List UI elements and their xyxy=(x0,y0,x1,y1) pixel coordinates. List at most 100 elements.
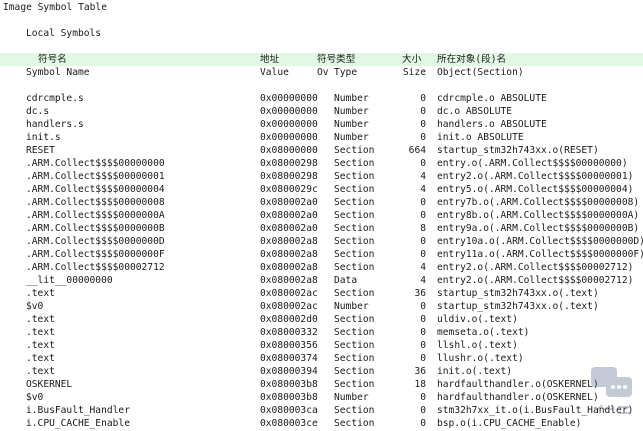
cell-type: Section xyxy=(334,340,375,351)
cell-value: 0x080003ce xyxy=(260,418,318,429)
table-row: .text 0x08000356 Section 0 llshl.o(.text) xyxy=(0,339,643,352)
chat-bubble-icon xyxy=(591,367,632,414)
header-en-name: Symbol Name xyxy=(26,67,90,78)
cell-type: Section xyxy=(334,418,375,429)
cell-size: 0 xyxy=(420,210,426,221)
cell-type: Number xyxy=(334,301,369,312)
table-row: .ARM.Collect$$$$0000000D 0x080002a8 Sectio… xyxy=(0,235,643,248)
table-row: $v0 0x080002ac Number 0 startup_stm32h743xx.… xyxy=(0,300,643,313)
cell-object: startup_stm32h743xx.o(.text) xyxy=(437,301,599,312)
cell-type: Section xyxy=(334,223,375,234)
cell-size: 0 xyxy=(420,197,426,208)
cell-value: 0x08000332 xyxy=(260,327,318,338)
cell-name: handlers.s xyxy=(26,119,84,130)
header-cn-type: 符号类型 xyxy=(317,54,356,65)
cell-name: .text xyxy=(26,340,55,351)
cell-name: .text xyxy=(26,353,55,364)
cell-size: 0 xyxy=(420,106,426,117)
header-row-cn: 符号名 地址 符号类型 大小 所在对象(段)名 xyxy=(0,53,643,66)
cell-value: 0x080002ac xyxy=(260,288,318,299)
cell-object: entry2.o(.ARM.Collect$$$$00002712) xyxy=(437,262,634,273)
cell-object: entry2.o(.ARM.Collect$$$$00000001) xyxy=(437,171,634,182)
cell-name: RESET xyxy=(26,145,55,156)
cell-object: hardfaulthandler.o(OSKERNEL) xyxy=(437,379,599,390)
cell-object: llshl.o(.text) xyxy=(437,340,518,351)
table-row: .ARM.Collect$$$$0000000F 0x080002a8 Sectio… xyxy=(0,248,643,261)
cell-size: 0 xyxy=(420,158,426,169)
cell-type: Section xyxy=(334,288,375,299)
cell-type: Section xyxy=(334,171,375,182)
cell-name: .ARM.Collect$$$$00000001 xyxy=(26,171,165,182)
table-row: init.s 0x00000000 Number 0 init.o ABSOLUTE xyxy=(0,131,643,144)
cell-size: 0 xyxy=(420,249,426,260)
cell-object: uldiv.o(.text) xyxy=(437,314,518,325)
cell-object: startup_stm32h743xx.o(.text) xyxy=(437,288,599,299)
cell-size: 664 xyxy=(408,145,426,156)
cell-name: .ARM.Collect$$$$00000000 xyxy=(26,158,165,169)
cell-type: Section xyxy=(334,353,375,364)
section-title: Local Symbols xyxy=(26,28,102,39)
table-row: .ARM.Collect$$$$0000000A 0x080002a0 Sectio… xyxy=(0,209,643,222)
cell-type: Number xyxy=(334,119,369,130)
cell-size: 0 xyxy=(420,392,426,403)
table-row: .ARM.Collect$$$$00000008 0x080002a0 Sectio… xyxy=(0,196,643,209)
cell-name: .text xyxy=(26,288,55,299)
cell-type: Data xyxy=(334,275,358,286)
cell-value: 0x08000394 xyxy=(260,366,318,377)
cell-size: 0 xyxy=(420,236,426,247)
cell-size: 0 xyxy=(420,340,426,351)
cell-size: 36 xyxy=(414,366,426,377)
cell-name: cdrcmple.s xyxy=(26,93,84,104)
table-row: i.BusFault_Handler 0x080003ca Section 0 stm3… xyxy=(0,404,643,417)
cell-type: Section xyxy=(334,262,375,273)
cell-object: llushr.o(.text) xyxy=(437,353,524,364)
table-row: .text 0x08000374 Section 0 llushr.o(.text) xyxy=(0,352,643,365)
cell-name: $v0 xyxy=(26,301,44,312)
cell-value: 0x080002a0 xyxy=(260,223,318,234)
header-cn-object: 所在对象(段)名 xyxy=(437,54,507,65)
cell-value: 0x080002a0 xyxy=(260,210,318,221)
cell-value: 0x08000356 xyxy=(260,340,318,351)
cell-name: .ARM.Collect$$$$00002712 xyxy=(26,262,165,273)
cell-value: 0x080002ac xyxy=(260,301,318,312)
cell-type: Number xyxy=(334,93,369,104)
cell-type: Section xyxy=(334,197,375,208)
cell-type: Section xyxy=(334,314,375,325)
cell-value: 0x00000000 xyxy=(260,119,318,130)
cell-size: 4 xyxy=(420,275,426,286)
cell-object: bsp.o(i.CPU_CACHE_Enable) xyxy=(437,418,582,429)
cell-value: 0x080003b8 xyxy=(260,379,318,390)
cell-object: handlers.o ABSOLUTE xyxy=(437,119,547,130)
table-row: .ARM.Collect$$$$0000000B 0x080002a0 Sectio… xyxy=(0,222,643,235)
cell-name: dc.s xyxy=(26,106,50,117)
cell-type: Section xyxy=(334,145,375,156)
table-row: .text 0x080002ac Section 36 startup_stm32h74… xyxy=(0,287,643,300)
cell-object: entry7b.o(.ARM.Collect$$$$00000008) xyxy=(437,197,640,208)
cell-value: 0x0800029c xyxy=(260,184,318,195)
cell-size: 0 xyxy=(420,405,426,416)
cell-type: Number xyxy=(334,392,369,403)
cell-value: 0x080002a8 xyxy=(260,275,318,286)
table-row: OSKERNEL 0x080003b8 Section 18 hardfaulthand… xyxy=(0,378,643,391)
cell-type: Section xyxy=(334,236,375,247)
cell-size: 0 xyxy=(420,327,426,338)
header-row-en: Symbol Name Value Ov Type Size Object(Se… xyxy=(0,66,643,79)
table-row: RESET 0x08000000 Section 664 startup_stm32h7… xyxy=(0,144,643,157)
table-row: cdrcmple.s 0x00000000 Number 0 cdrcmple.o AB… xyxy=(0,92,643,105)
cell-type: Section xyxy=(334,327,375,338)
cell-size: 0 xyxy=(420,353,426,364)
table-row: .ARM.Collect$$$$00000000 0x08000298 Sectio… xyxy=(0,157,643,170)
cell-object: cdrcmple.o ABSOLUTE xyxy=(437,93,547,104)
cell-value: 0x080002a8 xyxy=(260,249,318,260)
cell-size: 0 xyxy=(420,132,426,143)
cell-name: OSKERNEL xyxy=(26,379,73,390)
cell-value: 0x08000000 xyxy=(260,145,318,156)
cell-name: .ARM.Collect$$$$00000008 xyxy=(26,197,165,208)
cell-type: Section xyxy=(334,249,375,260)
header-en-ov: Ov xyxy=(317,67,329,78)
cell-value: 0x08000374 xyxy=(260,353,318,364)
cell-type: Section xyxy=(334,366,375,377)
page-title: Image Symbol Table xyxy=(3,2,107,13)
cell-object: init.o ABSOLUTE xyxy=(437,132,524,143)
table-row: .text 0x08000394 Section 36 init.o(.text) xyxy=(0,365,643,378)
